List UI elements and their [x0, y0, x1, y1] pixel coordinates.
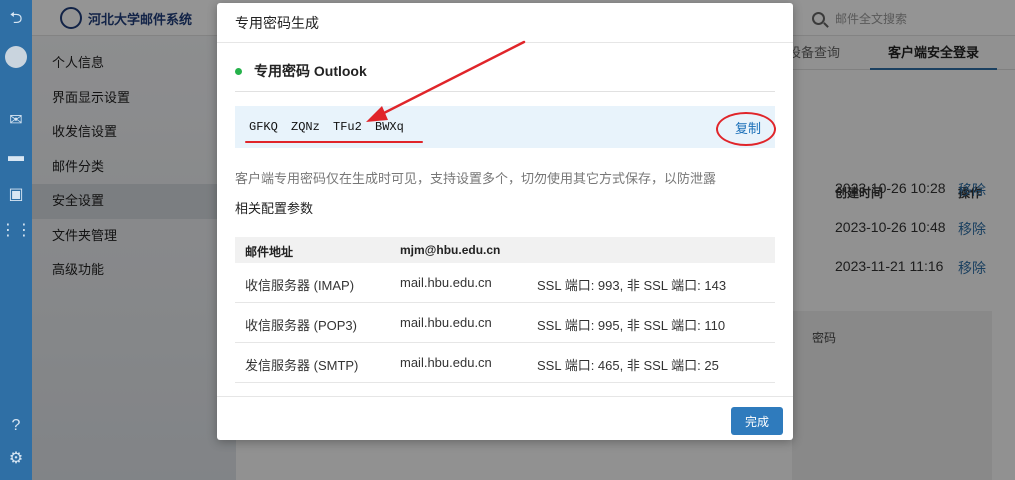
server-host: mail.hbu.edu.cn [400, 355, 492, 370]
server-host: mail.hbu.edu.cn [400, 315, 492, 330]
annotation-underline [245, 141, 423, 143]
server-name: 收信服务器 (POP3) [245, 318, 357, 333]
folder-icon[interactable]: ▬ [4, 145, 28, 169]
server-ports: SSL 端口: 993, 非 SSL 端口: 143 [537, 278, 727, 293]
copy-button[interactable]: 复制 [735, 118, 761, 137]
divider [235, 91, 775, 92]
left-rail: ⮌ ✉ ▬ ▣ ⋮⋮ ? ⚙ [0, 0, 32, 480]
done-button[interactable]: 完成 [731, 407, 783, 435]
status-dot-icon [235, 67, 242, 75]
config-email-value: mjm@hbu.edu.cn [400, 243, 501, 257]
apps-grid-icon[interactable]: ⋮⋮ [0, 218, 32, 242]
table-row: 收信服务器 (IMAP) mail.hbu.edu.cn SSL 端口: 993… [235, 263, 775, 303]
password-box: GFKQ ZQNz TFu2 BWXq 复制 [235, 106, 776, 148]
config-title: 相关配置参数 [235, 201, 314, 216]
config-header-label: 邮件地址 [245, 245, 294, 259]
app-password-dialog: 专用密码生成 专用密码 Outlook GFKQ ZQNz TFu2 BWXq … [217, 3, 793, 440]
server-name: 收信服务器 (IMAP) [245, 278, 355, 293]
dialog-subtitle: 专用密码 Outlook [235, 61, 367, 81]
table-row: 发信服务器 (SMTP) mail.hbu.edu.cn SSL 端口: 465… [235, 343, 775, 383]
contacts-icon[interactable]: ▣ [4, 182, 28, 206]
dialog-title: 专用密码生成 [217, 3, 793, 43]
server-ports: SSL 端口: 465, 非 SSL 端口: 25 [537, 358, 719, 373]
back-icon[interactable]: ⮌ [4, 8, 28, 32]
table-row: 收信服务器 (POP3) mail.hbu.edu.cn SSL 端口: 995… [235, 303, 775, 343]
server-name: 发信服务器 (SMTP) [245, 358, 359, 373]
config-table: 邮件地址 mjm@hbu.edu.cn 收信服务器 (IMAP) mail.hb… [235, 237, 775, 383]
server-ports: SSL 端口: 995, 非 SSL 端口: 110 [537, 318, 726, 333]
server-host: mail.hbu.edu.cn [400, 275, 492, 290]
password-notice: 客户端专用密码仅在生成时可见，支持设置多个，切勿使用其它方式保存，以防泄露 [235, 171, 717, 186]
mail-icon[interactable]: ✉ [4, 108, 28, 132]
subtitle-text: 专用密码 Outlook [254, 63, 367, 79]
avatar[interactable] [5, 46, 27, 68]
help-icon[interactable]: ? [4, 414, 28, 438]
gear-icon[interactable]: ⚙ [4, 446, 28, 470]
config-header-row: 邮件地址 mjm@hbu.edu.cn [235, 237, 775, 263]
dialog-footer: 完成 [217, 396, 793, 440]
generated-password[interactable]: GFKQ ZQNz TFu2 BWXq [249, 120, 404, 134]
